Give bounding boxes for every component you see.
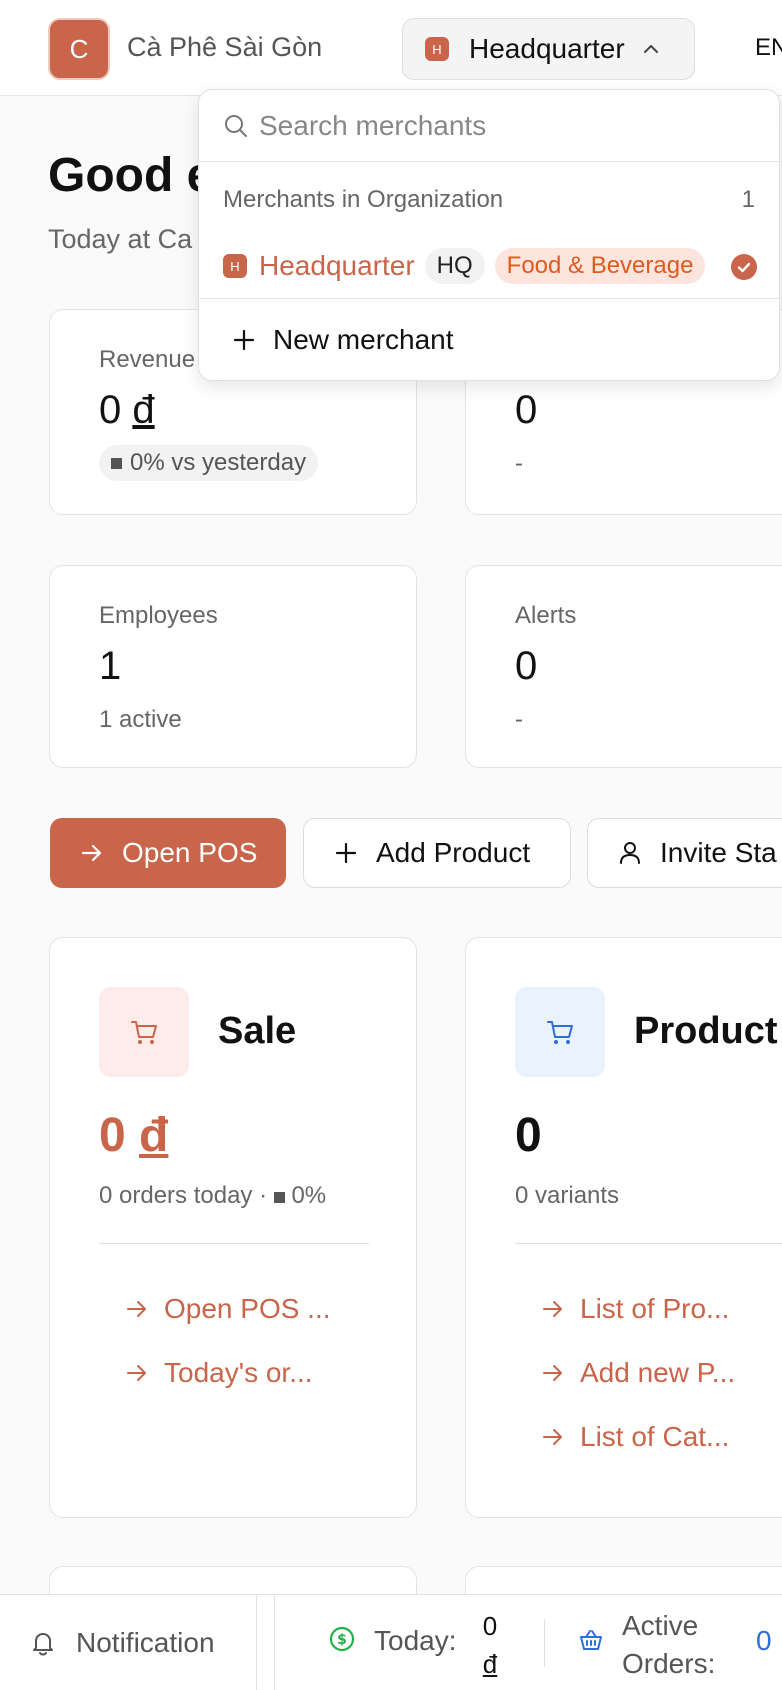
product-link-label: List of Cat... <box>580 1421 730 1452</box>
page-subtitle: Today at Ca <box>48 224 193 254</box>
revenue-label: Revenue <box>99 346 196 373</box>
sale-value: 0 đ <box>99 1109 169 1162</box>
arrow-right-icon <box>543 1365 562 1381</box>
active-orders-label: Active Orders: <box>622 1610 716 1679</box>
currency-symbol: đ <box>482 1649 498 1679</box>
sale-title: Sale <box>218 1010 297 1052</box>
neutral-square-icon <box>273 1192 285 1203</box>
product-value: 0 <box>515 1109 542 1162</box>
revenue-change-badge: 0% vs yesterday <box>99 445 319 481</box>
divider <box>99 1243 369 1244</box>
merchant-search-input[interactable] <box>259 109 719 142</box>
add-product-label: Add Product <box>376 837 531 868</box>
merchant-option-name: Headquarter <box>259 250 415 281</box>
divider <box>544 1619 545 1667</box>
merchant-dropdown: Merchants in Organization 1 H Headquarte… <box>198 89 780 381</box>
sale-sub: 0 orders today · 0% <box>99 1182 327 1209</box>
employees-sub: 1 active <box>99 706 182 733</box>
merchant-search-bar <box>199 90 779 162</box>
neutral-square-icon <box>111 457 122 469</box>
notification-label: Notification <box>76 1627 215 1658</box>
hq-tag: HQ <box>424 248 485 284</box>
merchant-section-count: 1 <box>741 186 755 213</box>
sale-link-label: Today's or... <box>164 1357 313 1388</box>
revenue-value: 0 đ <box>99 388 155 432</box>
alerts-value: 0 <box>515 644 538 688</box>
open-pos-button[interactable]: Open POS <box>50 818 286 888</box>
active-orders-value: 0 <box>756 1625 772 1656</box>
arrow-right-icon <box>81 844 102 862</box>
check-circle-icon <box>731 254 757 280</box>
today-value: 0 đ <box>478 1607 502 1683</box>
user-icon <box>620 842 640 864</box>
product-title: Product <box>634 1010 778 1052</box>
today-label: Today: <box>374 1625 457 1656</box>
currency-symbol: đ <box>139 1109 169 1162</box>
orders-value: 0 <box>515 388 538 432</box>
search-icon <box>225 114 247 137</box>
arrow-right-icon <box>127 1365 146 1381</box>
product-icon-tile <box>515 987 605 1077</box>
product-link-list-categories[interactable]: List of Cat... <box>540 1421 729 1453</box>
employees-value: 1 <box>99 644 122 688</box>
alerts-sub: - <box>515 706 523 733</box>
bell-icon <box>33 1633 53 1656</box>
invite-staff-label: Invite Sta <box>660 837 777 868</box>
arrow-right-icon <box>543 1429 562 1445</box>
shopping-cart-icon <box>131 1021 157 1044</box>
currency-symbol: đ <box>132 388 155 432</box>
divider <box>515 1243 782 1244</box>
new-merchant-button[interactable]: New merchant <box>231 324 454 356</box>
dashboard-page: C Cà Phê Sài Gòn H Headquarter EN Good e… <box>0 0 782 1690</box>
orders-sub: - <box>515 450 523 477</box>
merchant-switcher-button[interactable]: H Headquarter <box>402 18 695 80</box>
merchant-badge: H <box>425 37 449 61</box>
arrow-right-icon <box>543 1301 562 1317</box>
employees-card: Employees 1 1 active <box>49 565 417 768</box>
notification-button[interactable]: Notification <box>28 1595 215 1690</box>
sale-module-card: Sale 0 đ 0 orders today · 0% Open POS ..… <box>49 937 417 1518</box>
alerts-label: Alerts <box>515 602 577 629</box>
basket-icon <box>580 1630 602 1650</box>
svg-text:$: $ <box>337 1632 347 1648</box>
arrow-right-icon <box>127 1301 146 1317</box>
top-header: C Cà Phê Sài Gòn H Headquarter EN <box>0 0 782 96</box>
org-avatar[interactable]: C <box>48 18 110 80</box>
sale-link-open-pos[interactable]: Open POS ... <box>124 1293 331 1325</box>
divider <box>274 1595 275 1690</box>
invite-staff-button[interactable]: Invite Sta <box>587 818 782 888</box>
merchant-switcher-label: Headquarter <box>469 33 625 64</box>
merchant-section-heading: Merchants in Organization <box>223 186 504 213</box>
plus-icon <box>233 329 255 351</box>
page-title: Good e <box>48 149 214 202</box>
language-switcher[interactable]: EN <box>755 34 782 62</box>
org-name: Cà Phê Sài Gòn <box>127 32 323 62</box>
sale-icon-tile <box>99 987 189 1077</box>
plus-icon <box>335 842 357 864</box>
add-product-button[interactable]: Add Product <box>303 818 571 888</box>
merchant-option-headquarter[interactable]: H Headquarter HQ Food & Beverage <box>223 242 757 290</box>
product-sub: 0 variants <box>515 1182 620 1209</box>
product-link-list-products[interactable]: List of Pro... <box>540 1293 729 1325</box>
divider <box>199 298 779 299</box>
sale-link-label: Open POS ... <box>164 1293 331 1324</box>
shopping-cart-icon <box>547 1021 573 1044</box>
category-tag: Food & Beverage <box>494 248 706 284</box>
product-link-label: Add new P... <box>580 1357 736 1388</box>
divider <box>256 1595 257 1690</box>
employees-label: Employees <box>99 602 218 629</box>
merchant-badge: H <box>223 254 247 278</box>
new-merchant-label: New merchant <box>273 324 454 355</box>
alerts-card: Alerts 0 - <box>465 565 782 768</box>
product-module-card: Product 0 0 variants List of Pro... Add … <box>465 937 782 1518</box>
bottom-status-bar: Notification $ Today: 0 đ Active Orders:… <box>0 1594 782 1690</box>
revenue-change-text: 0% vs yesterday <box>130 449 307 476</box>
sale-link-todays-orders[interactable]: Today's or... <box>124 1357 313 1389</box>
open-pos-label: Open POS <box>122 837 258 868</box>
product-link-add-product[interactable]: Add new P... <box>540 1357 735 1389</box>
product-link-label: List of Pro... <box>580 1293 730 1324</box>
dollar-circle-icon: $ <box>329 1626 355 1652</box>
chevron-up-icon <box>643 45 658 53</box>
